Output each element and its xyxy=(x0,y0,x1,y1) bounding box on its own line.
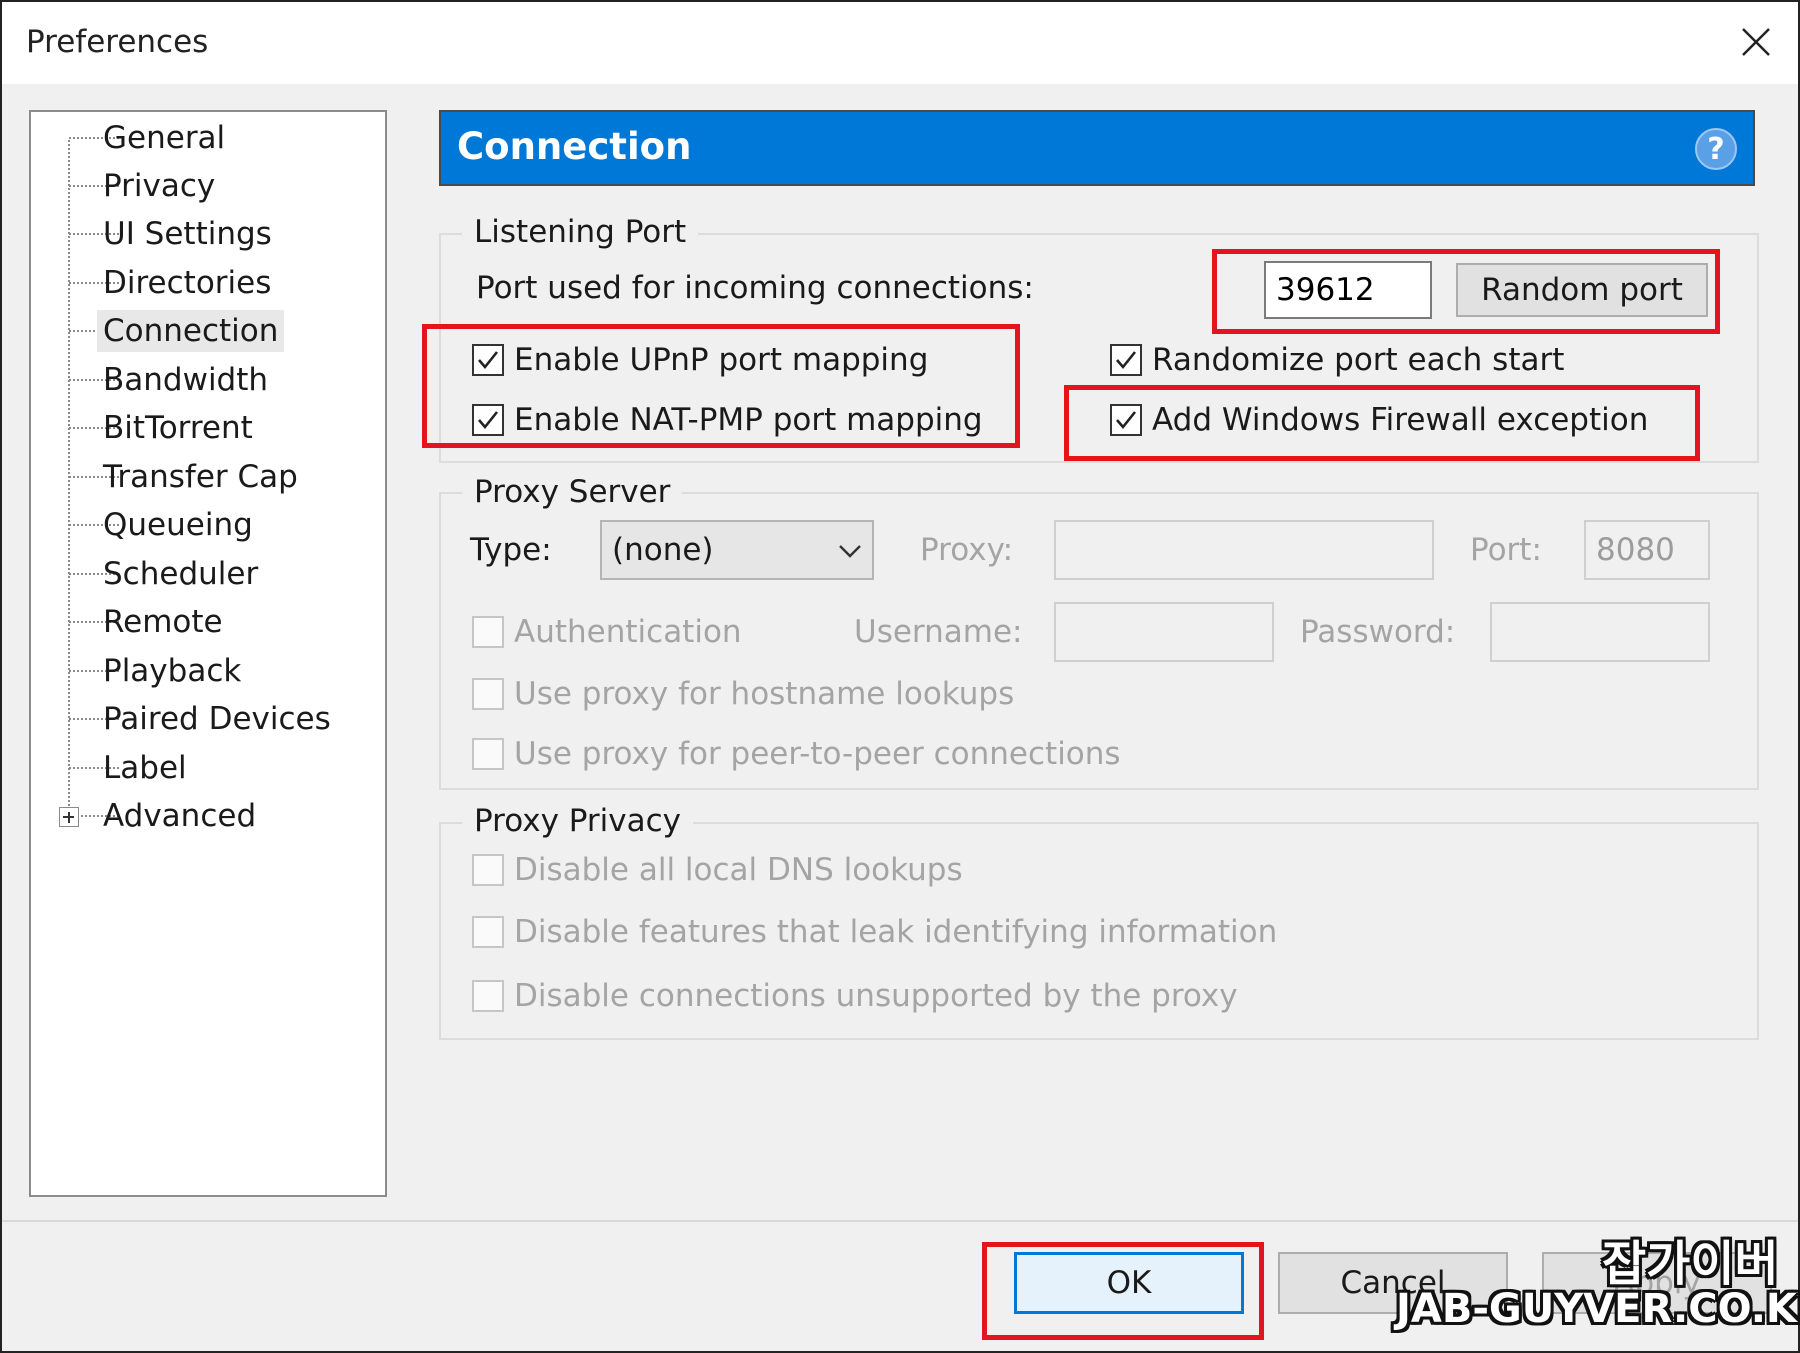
dns-lookups-checkbox-row[interactable]: Disable all local DNS lookups xyxy=(472,852,963,888)
watermark-korean: 잡가이버 xyxy=(1602,1236,1779,1292)
authentication-checkbox[interactable] xyxy=(472,616,504,648)
proxy-type-select[interactable]: (none) xyxy=(600,520,874,580)
unsupported-connections-checkbox-row[interactable]: Disable connections unsupported by the p… xyxy=(472,978,1238,1014)
close-button[interactable] xyxy=(1734,20,1778,64)
title-bar: Preferences xyxy=(2,2,1798,84)
password-input[interactable] xyxy=(1490,602,1710,662)
tree-connector-line xyxy=(68,140,70,826)
proxy-privacy-legend: Proxy Privacy xyxy=(462,803,694,839)
highlight-firewall-box xyxy=(1064,385,1700,461)
section-header: Connection ? xyxy=(439,110,1755,186)
username-label: Username: xyxy=(854,614,1023,650)
highlight-port-box xyxy=(1212,249,1720,334)
listening-port-legend: Listening Port xyxy=(462,214,699,250)
dns-lookups-label: Disable all local DNS lookups xyxy=(514,852,963,888)
leak-features-checkbox[interactable] xyxy=(472,916,504,948)
help-icon[interactable]: ? xyxy=(1695,128,1737,170)
proxy-type-label: Type: xyxy=(470,532,552,568)
p2p-proxy-label: Use proxy for peer-to-peer connections xyxy=(514,736,1121,772)
preferences-window: Preferences General Privacy UI Settings … xyxy=(0,0,1800,1353)
dns-lookups-checkbox[interactable] xyxy=(472,854,504,886)
p2p-proxy-checkbox[interactable] xyxy=(472,738,504,770)
authentication-checkbox-row[interactable]: Authentication xyxy=(472,614,742,650)
chevron-down-icon xyxy=(839,545,861,558)
randomize-checkbox-row[interactable]: Randomize port each start xyxy=(1110,342,1564,378)
hostname-lookups-checkbox[interactable] xyxy=(472,678,504,710)
proxy-host-label: Proxy: xyxy=(920,532,1014,568)
expand-plus-icon[interactable] xyxy=(59,807,79,827)
password-label: Password: xyxy=(1300,614,1456,650)
highlight-upnp-box xyxy=(422,324,1020,448)
leak-features-checkbox-row[interactable]: Disable features that leak identifying i… xyxy=(472,914,1277,950)
checkmark-icon xyxy=(1116,351,1137,370)
proxy-host-input[interactable] xyxy=(1054,520,1434,580)
username-input[interactable] xyxy=(1054,602,1274,662)
proxy-port-label: Port: xyxy=(1470,532,1542,568)
leak-features-label: Disable features that leak identifying i… xyxy=(514,914,1278,950)
watermark-site: JAB-GUYVER.CO.KR xyxy=(1396,1286,1800,1332)
hostname-lookups-checkbox-row[interactable]: Use proxy for hostname lookups xyxy=(472,676,1014,712)
unsupported-connections-checkbox[interactable] xyxy=(472,980,504,1012)
port-label: Port used for incoming connections: xyxy=(476,270,1034,306)
proxy-type-value: (none) xyxy=(612,532,714,568)
hostname-lookups-label: Use proxy for hostname lookups xyxy=(514,676,1015,712)
p2p-proxy-checkbox-row[interactable]: Use proxy for peer-to-peer connections xyxy=(472,736,1121,772)
close-icon xyxy=(1742,28,1770,56)
proxy-port-input[interactable] xyxy=(1584,520,1710,580)
proxy-server-legend: Proxy Server xyxy=(462,474,683,510)
unsupported-connections-label: Disable connections unsupported by the p… xyxy=(514,978,1238,1014)
section-title: Connection xyxy=(457,125,692,168)
footer-divider xyxy=(2,1220,1798,1222)
category-tree: General Privacy UI Settings Directories … xyxy=(29,110,387,1197)
authentication-label: Authentication xyxy=(514,614,742,650)
randomize-label: Randomize port each start xyxy=(1152,342,1565,378)
window-title: Preferences xyxy=(26,24,209,60)
randomize-checkbox[interactable] xyxy=(1110,344,1142,376)
highlight-ok-box xyxy=(982,1242,1264,1340)
